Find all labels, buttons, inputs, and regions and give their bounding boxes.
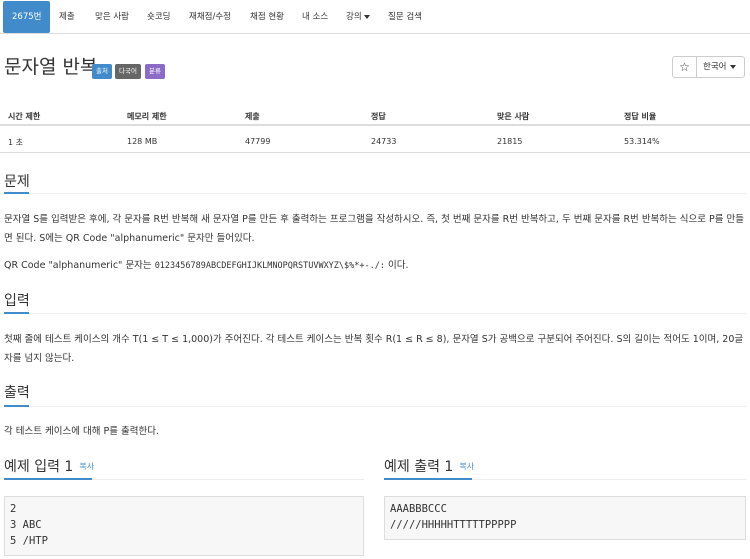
header-memory-limit: 메모리 제한 [127,112,167,121]
section-accent [4,478,92,480]
input-description: 첫째 줄에 테스트 케이스의 개수 T(1 ≤ T ≤ 1,000)가 주어진다… [4,334,744,364]
tab-problem-number[interactable]: 2675번 [3,1,51,33]
source-badge[interactable]: 출처 [92,64,112,79]
copy-sample-input-link[interactable]: 복사 [79,462,94,471]
tab-accepted-users[interactable]: 맞은 사람 [95,0,129,34]
section-divider [4,193,746,194]
header-submissions: 제출 [245,112,260,121]
tab-lectures[interactable]: 강의 [346,0,370,34]
section-divider [4,313,746,314]
section-divider [4,406,746,407]
section-title-output: 출력 [4,385,30,401]
sample-output-title: 예제 출력 1 [384,459,454,475]
time-limit-value: 1 초 [8,138,23,147]
chevron-down-icon [730,64,737,69]
header-time-limit: 시간 제한 [8,112,41,121]
section-accent [4,405,29,407]
header-accuracy: 정답 비율 [624,112,657,121]
tab-short-coding[interactable]: 숏코딩 [147,0,170,34]
sample-output-box[interactable]: AAABBBCCC /////HHHHHTTTTTPPPPP [384,496,746,540]
sample-output-heading: 예제 출력 1 복사 [384,456,474,476]
section-title-input: 입력 [4,293,30,309]
multilang-badge[interactable]: 다국어 [115,64,141,79]
language-select-value: 한국어 [703,62,727,72]
tab-status[interactable]: 채점 현황 [250,0,284,34]
tab-rejudge[interactable]: 재채점/수정 [189,0,231,34]
problem-description: 문자열 S를 입력받은 후에, 각 문자를 R번 반복해 새 문자열 P를 만든… [4,214,745,244]
chevron-down-icon [363,14,370,19]
accuracy-value: 53.314% [624,137,660,146]
correct-value: 24733 [371,137,397,146]
problem-charset-note: QR Code "alphanumeric" 문자는 0123456789ABC… [4,256,746,276]
problem-nav: 2675번 제출 맞은 사람 숏코딩 재채점/수정 채점 현황 내 소스 강의 … [0,0,750,34]
tab-submit[interactable]: 제출 [59,0,75,34]
submissions-value: 47799 [245,137,271,146]
charset-code: 0123456789ABCDEFGHIJKLMNOPQRSTUVWXYZ\$%*… [154,261,385,271]
charset-note-suffix: 이다. [384,260,409,271]
sample-input-box[interactable]: 2 3 ABC 5 /HTP [4,496,364,556]
table-header-row: 시간 제한 메모리 제한 제출 정답 맞은 사람 정답 비율 [0,104,750,126]
header-correct: 정답 [371,112,386,121]
output-description: 각 테스트 케이스에 대해 P를 출력한다. [4,426,159,437]
sample-input-title: 예제 입력 1 [4,459,74,475]
header-accepted-users: 맞은 사람 [497,112,530,121]
tab-lectures-label: 강의 [346,12,362,22]
section-accent [4,192,29,194]
accepted-users-value: 21815 [497,137,523,146]
section-accent [4,312,29,314]
page-title: 문자열 반복 [4,56,98,78]
table-row: 1 초 128 MB 47799 24733 21815 53.314% [0,128,750,153]
star-icon: ☆ [679,60,690,74]
section-title-problem: 문제 [4,174,30,190]
tab-question-search[interactable]: 질문 검색 [388,0,422,34]
copy-sample-output-link[interactable]: 복사 [459,462,474,471]
charset-note-prefix: QR Code "alphanumeric" 문자는 [4,260,155,271]
language-select[interactable]: 한국어 [696,56,745,78]
section-accent [384,478,472,480]
star-button[interactable]: ☆ [672,56,697,78]
tab-my-source[interactable]: 내 소스 [302,0,328,34]
memory-limit-value: 128 MB [127,137,158,146]
sample-input-heading: 예제 입력 1 복사 [4,456,94,476]
category-badge[interactable]: 분류 [145,64,165,79]
